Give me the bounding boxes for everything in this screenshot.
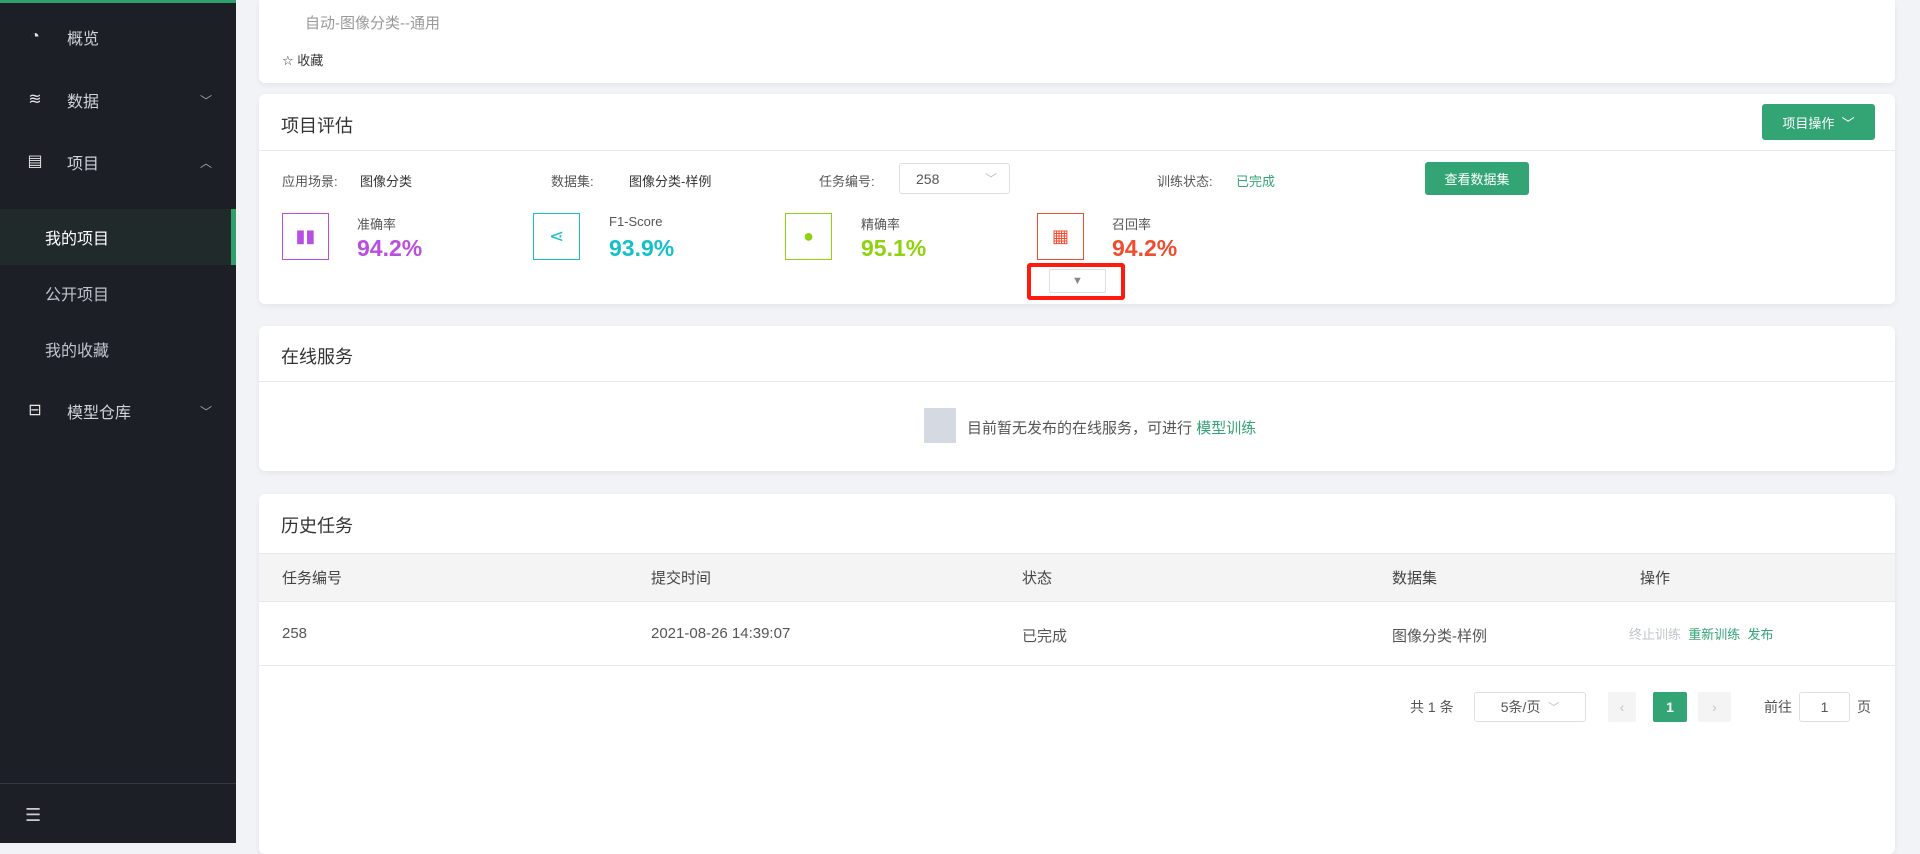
precision-label: 精确率 [861, 217, 901, 232]
view-dataset-button[interactable]: 查看数据集 [1425, 162, 1529, 195]
goto-page-input[interactable]: 1 [1799, 692, 1850, 722]
empty-state-text: 目前暂无发布的在线服务，可进行 模型训练 [967, 420, 1257, 437]
history-card: 历史任务 终止训练 重新训练 发布 [259, 494, 1895, 854]
sidebar-item-my-projects[interactable]: 我的项目 [0, 209, 236, 265]
history-title: 历史任务 [281, 516, 353, 536]
next-page-button[interactable]: › [1698, 692, 1731, 722]
page-size-select[interactable]: 5条/页 ﹀ [1474, 692, 1586, 722]
dataset-label: 数据集: [551, 174, 594, 189]
share-icon: ⋖ [533, 213, 580, 260]
column-header: 任务编号 [282, 570, 343, 587]
pagination-total: 共 1 条 [1410, 699, 1454, 715]
submit-time-cell: 2021-08-26 14:39:07 [651, 625, 791, 642]
chevron-down-icon: ﹀ [1548, 702, 1560, 714]
grid-icon: ▦ [1037, 213, 1084, 260]
favorite-button[interactable]: ☆ 收藏 [282, 50, 323, 69]
retrain-link[interactable]: 重新训练 [1688, 627, 1740, 642]
scene-value: 图像分类 [360, 174, 413, 189]
precision-value: 95.1% [861, 235, 927, 261]
status-cell: 已完成 [1022, 628, 1068, 645]
user-icon: ● [785, 213, 832, 260]
project-icon: ▤ [27, 153, 43, 170]
task-id-cell: 258 [282, 625, 308, 642]
project-subtitle: 自动-图像分类--通用 [305, 15, 440, 32]
project-ops-button[interactable]: 项目操作 ﹀ [1762, 104, 1875, 140]
expand-button[interactable]: ▼ [1049, 269, 1106, 293]
prev-page-button[interactable]: ‹ [1608, 692, 1636, 722]
sidebar-item-public-projects[interactable]: 公开项目 [0, 265, 236, 321]
column-header: 状态 [1022, 570, 1053, 587]
publish-link[interactable]: 发布 [1748, 627, 1774, 642]
chevron-down-icon: ﹀ [984, 172, 997, 186]
sidebar-item-my-favorites[interactable]: 我的收藏 [0, 321, 236, 377]
chevron-down-icon: ﹀ [1841, 115, 1855, 131]
dataset-cell: 图像分类-样例 [1392, 628, 1487, 645]
chevron-down-icon: ﹀ [200, 404, 213, 419]
collapse-menu-icon[interactable]: ☰ [25, 805, 41, 826]
divider [0, 783, 236, 784]
f1-label: F1-Score [609, 214, 663, 229]
database-icon: ≋ [28, 91, 42, 108]
stop-training-link[interactable]: 终止训练 [1629, 627, 1681, 642]
empty-box-icon [924, 408, 956, 443]
goto-label: 前往 [1764, 699, 1792, 715]
caret-down-icon: ▼ [1072, 275, 1083, 287]
status-label: 训练状态: [1157, 174, 1213, 189]
online-service-card: 在线服务 目前暂无发布的在线服务，可进行 模型训练 [259, 326, 1895, 471]
bar-chart-icon: ▮▮ [282, 213, 329, 260]
recall-label: 召回率 [1112, 217, 1152, 232]
accuracy-value: 94.2% [357, 235, 423, 261]
project-info-card: 自动-图像分类--通用 ☆ 收藏 [259, 0, 1895, 83]
sidebar-item-model-repo[interactable]: ⊟ 模型仓库 ﹀ [0, 391, 236, 431]
dashboard-icon: ◔ [30, 28, 40, 45]
chevron-up-icon: ︿ [200, 155, 213, 170]
sidebar-item-overview[interactable]: ◔ 概览 [0, 17, 236, 57]
dataset-value: 图像分类-样例 [629, 174, 712, 189]
chevron-down-icon: ﹀ [200, 93, 213, 108]
page-1-button[interactable]: 1 [1653, 692, 1687, 722]
sidebar: ◔ 概览 ≋ 数据 ﹀ ▤ 项目 ︿ 我的项目 公开项目 我的收藏 ⊟ 模型仓库 ﹀ ☰ [0, 0, 236, 843]
evaluation-card: 项目评估 项目操作 ﹀ 应用场景: 图像分类 数据集: 图像分类-样例 任务编号… [259, 94, 1895, 304]
task-select[interactable]: 258 ﹀ [899, 163, 1010, 194]
scene-label: 应用场景: [282, 174, 338, 189]
evaluation-title: 项目评估 [281, 116, 353, 136]
model-training-link[interactable]: 模型训练 [1196, 420, 1256, 437]
f1-value: 93.9% [609, 235, 675, 261]
column-header: 提交时间 [651, 570, 712, 587]
status-value: 已完成 [1236, 174, 1276, 189]
column-header: 数据集 [1392, 570, 1438, 587]
sidebar-item-data[interactable]: ≋ 数据 ﹀ [0, 80, 236, 120]
recall-value: 94.2% [1112, 235, 1178, 261]
row-actions: 终止训练 重新训练 发布 [1629, 624, 1774, 643]
column-header: 操作 [1640, 570, 1671, 587]
task-label: 任务编号: [819, 174, 875, 189]
divider [259, 381, 1895, 382]
page-suffix: 页 [1857, 699, 1871, 715]
sidebar-item-project[interactable]: ▤ 项目 ︿ [0, 142, 236, 182]
accuracy-label: 准确率 [357, 217, 397, 232]
model-repo-icon: ⊟ [28, 402, 42, 419]
online-service-title: 在线服务 [281, 347, 353, 367]
star-icon: ☆ [282, 53, 294, 68]
divider [259, 665, 1895, 666]
divider [259, 150, 1895, 151]
